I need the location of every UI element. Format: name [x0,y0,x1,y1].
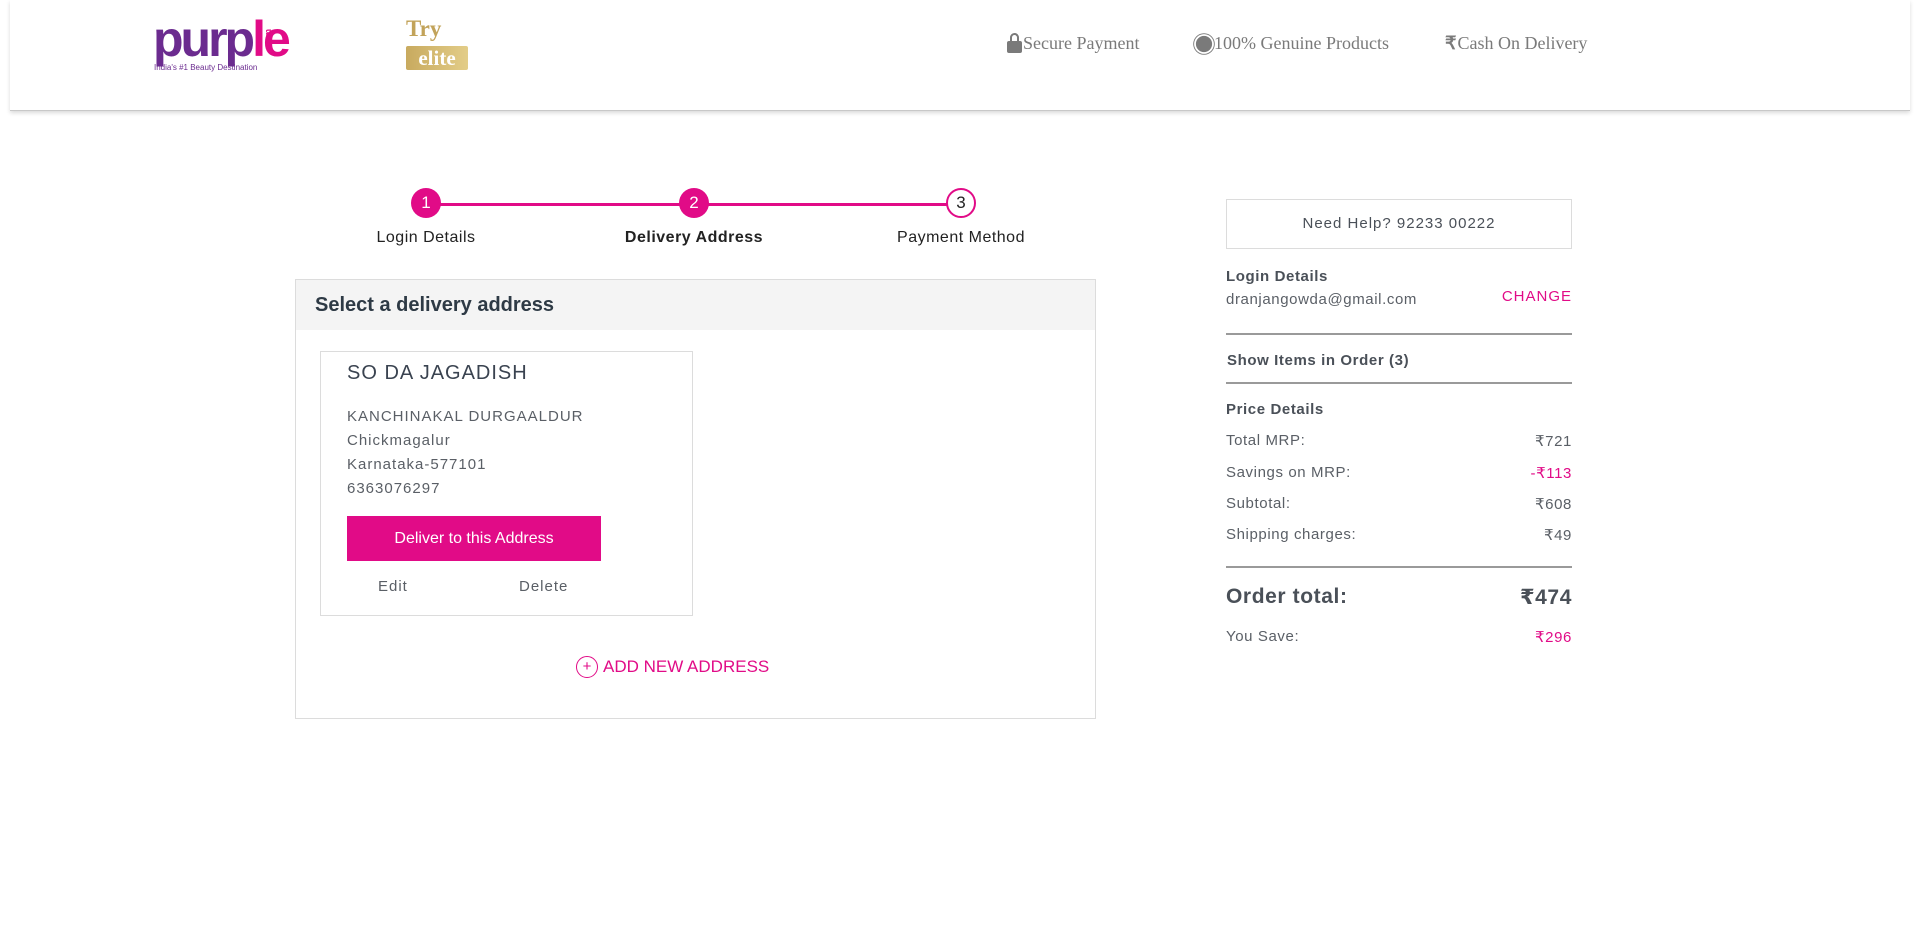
edit-address-link[interactable]: Edit [378,578,408,595]
order-total-row: Order total: ₹474 [1226,585,1572,609]
checkout-stepper: 1 2 3 Login Details Delivery Address Pay… [296,186,1096,256]
divider [1226,333,1572,335]
you-save-row: You Save: ₹296 [1226,628,1572,646]
trust-cash-on-delivery: ₹ Cash On Delivery [1445,33,1588,53]
price-row-savings: Savings on MRP: -₹113 [1226,464,1572,482]
step-3-circle: 3 [946,188,976,218]
step-1-label[interactable]: Login Details [377,229,476,247]
trust-secure-payment: Secure Payment [1007,33,1139,54]
elite-badge[interactable]: elite [406,46,468,70]
need-help-box[interactable]: Need Help? 92233 00222 [1226,199,1572,249]
step-2-label: Delivery Address [624,229,764,246]
step-1-circle[interactable]: 1 [411,188,441,218]
lock-icon [1007,33,1022,53]
logo-dot-com: .com [263,28,273,50]
delete-address-link[interactable]: Delete [519,578,568,595]
logo-tagline: India's #1 Beauty Destination [154,63,258,72]
address-name: SO DA JAGADISH [347,362,528,384]
address-state-pin: Karnataka-577101 [347,456,487,473]
show-items-toggle[interactable]: Show Items in Order (3) [1227,352,1573,369]
address-city: Chickmagalur [347,432,451,449]
try-elite-label[interactable]: Try [406,16,441,42]
panel-title: Select a delivery address [296,280,1095,330]
delivery-address-panel: Select a delivery address SO DA JAGADISH… [295,279,1096,719]
add-new-address-link[interactable]: + ADD NEW ADDRESS [576,656,769,678]
trust-genuine-products: 100% Genuine Products [1195,33,1389,54]
step-2-circle: 2 [679,188,709,218]
login-details-title: Login Details [1226,268,1328,285]
login-details-section: Login Details dranjangowda@gmail.com CHA… [1226,268,1572,314]
plus-circle-icon: + [576,656,598,678]
change-login-link[interactable]: CHANGE [1502,288,1572,305]
price-row-total-mrp: Total MRP: ₹721 [1226,432,1572,450]
price-row-subtotal: Subtotal: ₹608 [1226,495,1572,513]
address-line-1: KANCHINAKAL DURGAALDUR [347,408,584,425]
site-header: purple .com India's #1 Beauty Destinatio… [10,0,1910,111]
divider [1226,382,1572,384]
price-details-title: Price Details [1226,401,1324,418]
deliver-to-address-button[interactable]: Deliver to this Address [347,516,601,561]
price-row-shipping: Shipping charges: ₹49 [1226,526,1572,544]
divider [1226,566,1572,568]
purplle-logo[interactable]: purple .com India's #1 Beauty Destinatio… [143,10,468,76]
step-3-label: Payment Method [897,229,1025,246]
badge-icon [1195,35,1213,52]
address-card[interactable]: SO DA JAGADISH KANCHINAKAL DURGAALDUR Ch… [320,351,693,616]
address-phone: 6363076297 [347,480,441,497]
rupee-icon: ₹ [1445,33,1457,53]
